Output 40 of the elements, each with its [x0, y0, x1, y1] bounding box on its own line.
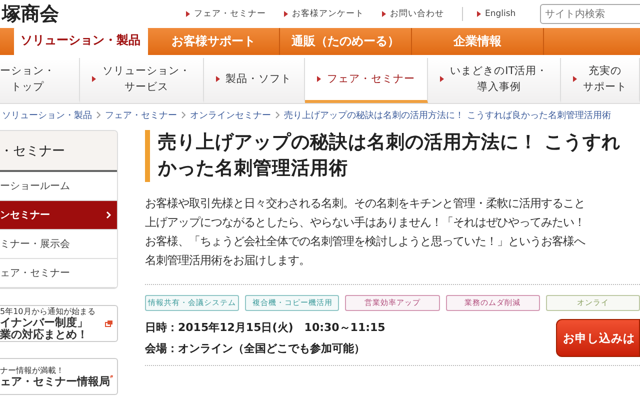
- nav-tab[interactable]: ソリューション・製品: [14, 26, 148, 55]
- sub-nav-item[interactable]: 充実の サポート: [560, 58, 640, 103]
- promo-banner[interactable]: 5年10月から通知が始まる イナンバー制度」 業の対応まとめ！: [0, 305, 118, 342]
- triangle-icon: [382, 11, 386, 17]
- triangle-icon: [477, 11, 481, 17]
- search-field[interactable]: サイト内検索: [540, 4, 640, 24]
- chevron-icon: [106, 211, 111, 219]
- chevron-icon: [96, 111, 101, 119]
- sidebar-item[interactable]: ンセミナー: [0, 201, 117, 230]
- promo-banner[interactable]: ナー情報が満載！ ェア・セミナー情報局: [0, 358, 118, 395]
- breadcrumb-link[interactable]: 売り上げアップの秘訣は名刺の活用方法に！ こうすれば良かった名刺管理活用術: [284, 108, 611, 122]
- sub-nav-item[interactable]: いまどきのIT活用・ 導入事例: [428, 58, 561, 103]
- article-description: お客様や取引先様と日々交わされる名刺。その名刺をキチンと管理・柔軟に活用すること 上げアップにつながるとしたら、やらない手はありません！「それはぜひやってみたい！ お客様、「ちょうど会社全体での名刺管理を検討しようと思っていた！」というお客様へ 名刺管理活用術をお届けします。: [145, 196, 586, 269]
- sub-nav-item[interactable]: フェア・セミナー: [304, 58, 428, 103]
- triangle-icon: [92, 76, 96, 82]
- breadcrumb-link[interactable]: フェア・セミナー: [105, 108, 177, 122]
- triangle-icon: [216, 76, 220, 82]
- triangle-icon: [572, 76, 577, 82]
- apply-button[interactable]: お申し込みは: [556, 319, 640, 357]
- sidebar-title: ・セミナー: [0, 131, 117, 172]
- sub-nav-item[interactable]: ーション・ トップ: [0, 58, 80, 103]
- language-link[interactable]: English: [477, 9, 516, 19]
- triangle-icon: [440, 76, 444, 82]
- chevron-icon: [181, 111, 186, 119]
- sub-nav-item[interactable]: ソリューション・ サービス: [80, 58, 204, 103]
- triangle-icon: [316, 76, 321, 82]
- event-date: 日時：2015年12月15日(火) 10:30～11:15: [145, 320, 386, 335]
- triangle-icon: [186, 11, 190, 17]
- header-link[interactable]: お問い合わせ: [382, 8, 444, 20]
- triangle-icon: [284, 11, 288, 17]
- breadcrumb-link[interactable]: ソリューション・製品: [2, 108, 92, 122]
- article-title: 売り上げアップの秘訣は名刺の活用方法に！ こうすれ かった名刺管理活用術: [145, 130, 640, 182]
- event-venue: 会場：オンライン（全国どこでも参加可能）: [145, 341, 366, 356]
- breadcrumb-link[interactable]: オンラインセミナー: [190, 108, 271, 122]
- chevron-icon: [275, 111, 280, 119]
- header-link[interactable]: お客様アンケート: [284, 8, 364, 20]
- external-link-icon: [110, 373, 113, 380]
- header-link[interactable]: フェア・セミナー: [186, 8, 266, 20]
- logo[interactable]: 塚商会: [2, 1, 186, 27]
- external-link-icon: [105, 320, 113, 327]
